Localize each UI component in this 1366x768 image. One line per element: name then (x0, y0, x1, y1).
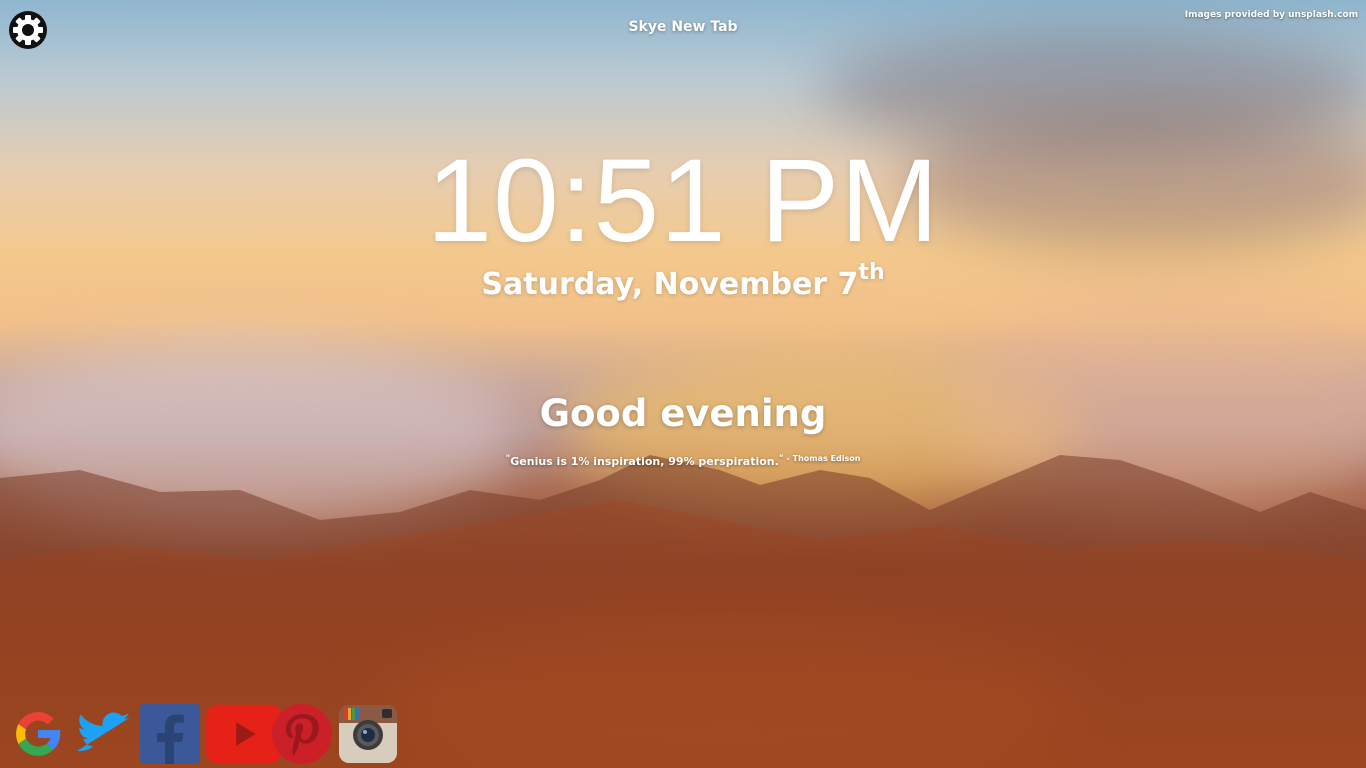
instagram-shortcut[interactable] (338, 704, 398, 764)
facebook-shortcut[interactable] (140, 704, 200, 764)
date-text: Saturday, November 7 (481, 267, 859, 302)
greeting-text: Good evening (539, 392, 827, 435)
google-icon (16, 712, 61, 756)
quote-text: Genius is 1% inspiration, 99% perspirati… (510, 455, 779, 468)
background-photo (0, 0, 1366, 768)
twitter-icon (77, 712, 130, 752)
quote: "Genius is 1% inspiration, 99% perspirat… (0, 454, 1366, 468)
image-credit-link[interactable]: Images provided by unsplash.com (1185, 10, 1358, 20)
youtube-shortcut[interactable] (206, 704, 283, 764)
gear-icon (9, 11, 47, 49)
date-display: Saturday, November 7th (0, 260, 1366, 302)
date-ordinal-suffix: th (858, 260, 885, 285)
mountain-silhouette (0, 455, 1366, 768)
quote-open-mark: " (505, 454, 511, 464)
settings-button[interactable] (8, 10, 48, 50)
twitter-shortcut[interactable] (74, 704, 134, 764)
shortcut-bar (8, 704, 398, 764)
quote-author: - Thomas Edison (786, 454, 861, 463)
app-title: Skye New Tab (628, 19, 738, 35)
pinterest-icon (272, 704, 332, 764)
google-shortcut[interactable] (8, 704, 68, 764)
quote-close-mark: " (778, 454, 784, 464)
pinterest-shortcut[interactable] (272, 704, 332, 764)
facebook-icon (140, 704, 200, 764)
clock-time: 10:51 PM (426, 135, 940, 267)
instagram-icon (339, 705, 397, 763)
